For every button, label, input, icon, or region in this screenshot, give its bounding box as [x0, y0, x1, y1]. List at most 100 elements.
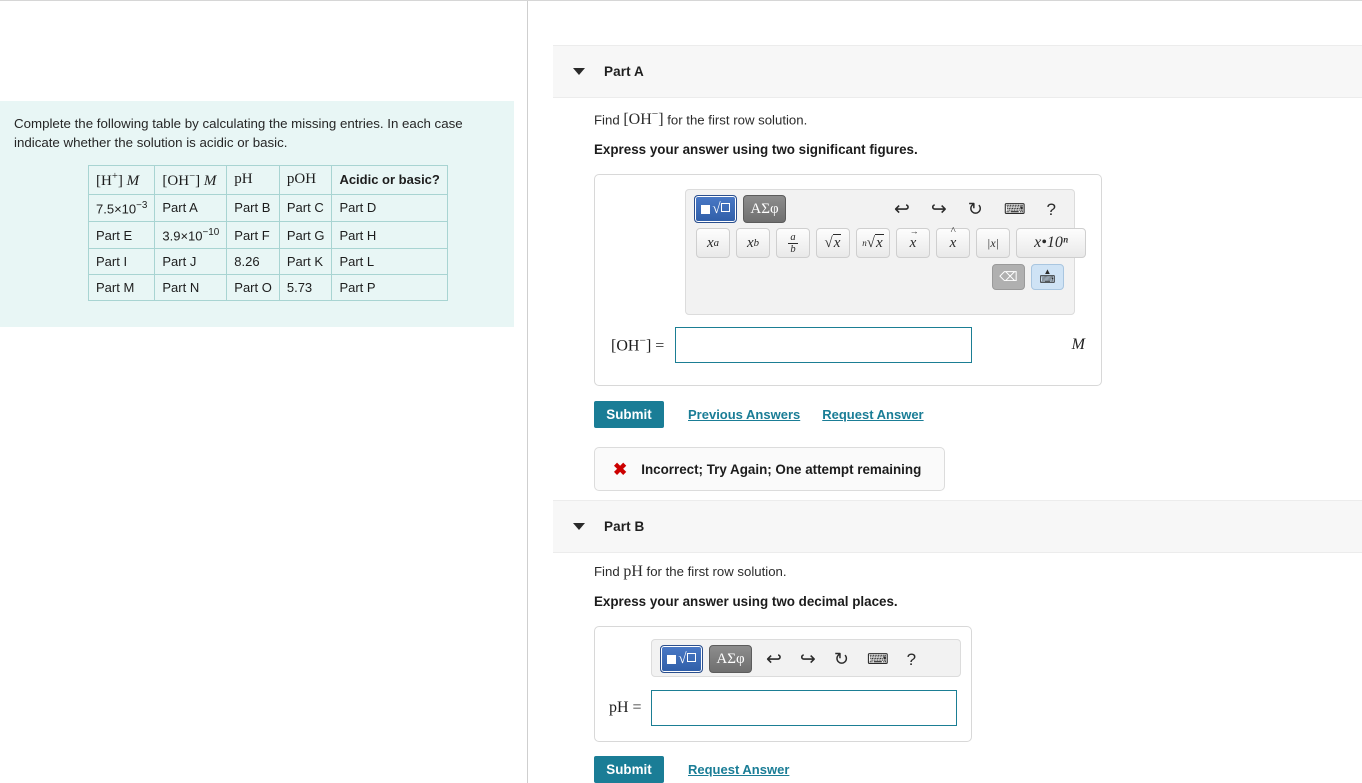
part-b-request-answer-link[interactable]: Request Answer: [688, 762, 789, 777]
col-header-oh-concentration: [OH−] M: [154, 164, 228, 195]
help-icon[interactable]: ?: [907, 651, 916, 668]
part-b-body: Find pH for the first row solution. Expr…: [594, 563, 1354, 783]
part-b-submit-button[interactable]: Submit: [594, 756, 664, 783]
keyboard-toggle-icon[interactable]: ▲ ⌨: [1031, 264, 1064, 291]
nth-root-button[interactable]: n √ x: [856, 228, 890, 259]
part-a-input-label: [OH−] =: [611, 335, 665, 355]
subscript-button[interactable]: xb: [736, 228, 770, 259]
fraction-button[interactable]: ab: [776, 228, 810, 259]
reset-icon[interactable]: ↻: [834, 650, 849, 668]
part-b-prompt: Find pH for the first row solution.: [594, 563, 1354, 581]
backspace-icon[interactable]: ⌫: [992, 264, 1025, 291]
part-a-prompt: Find [OH−] for the first row solution.: [594, 109, 1354, 129]
part-a-prompt-pre: Find: [594, 112, 624, 128]
undo-icon[interactable]: ↩: [766, 650, 782, 669]
table-row: Part M Part N Part O 5.73 Part P: [87, 274, 448, 302]
absolute-value-button[interactable]: |x|: [976, 228, 1010, 259]
cell-oh-row2: 3.9×10−10: [154, 221, 228, 250]
keyboard-icon[interactable]: ⌨: [867, 652, 889, 667]
part-b-prompt-post: for the first row solution.: [642, 564, 787, 579]
cell-oh-row1: Part A: [154, 193, 228, 223]
part-a-request-answer-link[interactable]: Request Answer: [822, 407, 923, 422]
chevron-down-icon[interactable]: [573, 68, 585, 75]
square-root-button[interactable]: √ x: [816, 228, 850, 259]
part-a-input-row: [OH−] = M: [611, 327, 1085, 364]
part-b-actions: Submit Request Answer: [594, 756, 1354, 783]
math-toolbar-actions: ↩ ↪ ↻ ⌨ ?: [766, 650, 926, 669]
math-symbol-row: xa xb ab √ x n √ x x → x ^ |x| x•10ⁿ: [686, 225, 1086, 264]
math-template-mode-button[interactable]: √: [694, 195, 737, 224]
cell-ph-row4: Part O: [226, 274, 280, 302]
greek-symbols-mode-button[interactable]: ΑΣφ: [743, 195, 786, 224]
cell-poh-row2: Part G: [278, 221, 333, 250]
cell-h-row4: Part M: [87, 274, 156, 302]
math-toolbar-modes: √ ΑΣφ ↩ ↪ ↻ ⌨ ?: [686, 190, 1074, 228]
part-b-prompt-math: pH: [623, 563, 643, 580]
math-template-mode-button[interactable]: √: [660, 645, 703, 673]
part-a-submit-button[interactable]: Submit: [594, 401, 664, 429]
part-b-answer-card: √ ΑΣφ ↩ ↪ ↻ ⌨ ? pH =: [594, 626, 972, 742]
math-action-row: ⌫ ▲ ⌨: [686, 264, 1074, 297]
part-b-answer-input[interactable]: [651, 690, 957, 726]
help-icon[interactable]: ?: [1047, 201, 1056, 218]
col-header-acidic-or-basic: Acidic or basic?: [331, 164, 448, 195]
problem-statement-block: Complete the following table by calculat…: [0, 101, 514, 328]
part-a-prompt-math: [OH−]: [623, 109, 664, 129]
redo-icon[interactable]: ↪: [931, 200, 947, 219]
superscript-button[interactable]: xa: [696, 228, 730, 259]
scientific-notation-button[interactable]: x•10ⁿ: [1016, 228, 1086, 259]
part-a-answer-input[interactable]: [674, 327, 972, 364]
cell-poh-row1: Part C: [278, 193, 333, 223]
cell-oh-row4: Part N: [154, 274, 228, 302]
cell-h-row1: 7.5×10−3: [87, 193, 156, 223]
part-b-input-row: pH =: [609, 690, 957, 726]
part-a-math-toolbar: √ ΑΣφ ↩ ↪ ↻ ⌨ ? xa xb a b √ x n √ x x → …: [685, 189, 1086, 316]
cell-poh-row4: 5.73: [278, 274, 333, 302]
part-b-prompt-pre: Find: [594, 564, 624, 579]
undo-icon[interactable]: ↩: [894, 200, 910, 219]
cell-acidbase-row1: Part D: [331, 193, 448, 223]
table-row: Part I Part J 8.26 Part K Part L: [87, 248, 448, 276]
part-a-body: Find [OH−] for the first row solution. E…: [594, 109, 1354, 492]
cell-ph-row1: Part B: [226, 193, 280, 223]
problem-pane: Complete the following table by calculat…: [0, 1, 527, 783]
part-a-instruction: Express your answer using two significan…: [594, 142, 918, 158]
answer-pane: Part A Find [OH−] for the first row solu…: [528, 1, 1362, 783]
part-b-input-label: pH =: [609, 699, 642, 716]
part-a-feedback-text: Incorrect; Try Again; One attempt remain…: [641, 461, 922, 477]
cell-poh-row3: Part K: [278, 248, 333, 276]
table-row: Part E 3.9×10−10 Part F Part G Part H: [87, 221, 448, 250]
part-a-previous-answers-link[interactable]: Previous Answers: [688, 407, 800, 422]
part-a-answer-card: √ ΑΣφ ↩ ↪ ↻ ⌨ ? xa xb a b √ x n √ x x → …: [594, 174, 1102, 387]
unit-vector-button[interactable]: x ^: [936, 225, 970, 259]
part-a-title: Part A: [604, 64, 644, 79]
greek-symbols-mode-button[interactable]: ΑΣφ: [709, 645, 752, 673]
table-row: 7.5×10−3 Part A Part B Part C Part D: [87, 193, 448, 223]
part-a-feedback-banner: ✖ Incorrect; Try Again; One attempt rema…: [594, 447, 945, 492]
problem-statement-text: Complete the following table by calculat…: [14, 116, 463, 150]
redo-icon[interactable]: ↪: [800, 650, 816, 669]
part-b-instruction: Express your answer using two decimal pl…: [594, 594, 898, 609]
cell-h-row2: Part E: [87, 221, 156, 250]
cell-h-row3: Part I: [87, 248, 156, 276]
reset-icon[interactable]: ↻: [968, 200, 983, 218]
part-a-prompt-post: for the first row solution.: [663, 112, 808, 128]
cell-ph-row3: 8.26: [226, 248, 280, 276]
part-b-header[interactable]: Part B: [553, 500, 1362, 553]
part-a-unit-label: M: [1071, 336, 1085, 354]
cell-acidbase-row3: Part L: [331, 248, 448, 276]
math-toolbar-modes: √ ΑΣφ ↩ ↪ ↻ ⌨ ?: [652, 640, 960, 678]
cell-acidbase-row4: Part P: [331, 274, 448, 302]
table-header-row: [H+] M [OH−] M pH pOH Acidic or basic?: [87, 164, 448, 195]
col-header-h-concentration: [H+] M: [87, 164, 156, 195]
part-a-header[interactable]: Part A: [553, 45, 1362, 98]
chevron-down-icon[interactable]: [573, 523, 585, 530]
vector-button[interactable]: x →: [896, 226, 930, 259]
cell-ph-row2: Part F: [226, 221, 280, 250]
col-header-ph: pH: [226, 164, 280, 195]
error-x-icon: ✖: [613, 459, 628, 479]
math-toolbar-actions: ↩ ↪ ↻ ⌨ ?: [894, 200, 1066, 219]
keyboard-icon[interactable]: ⌨: [1004, 202, 1026, 217]
cell-acidbase-row2: Part H: [331, 221, 448, 250]
part-b-math-toolbar: √ ΑΣφ ↩ ↪ ↻ ⌨ ?: [651, 639, 961, 677]
